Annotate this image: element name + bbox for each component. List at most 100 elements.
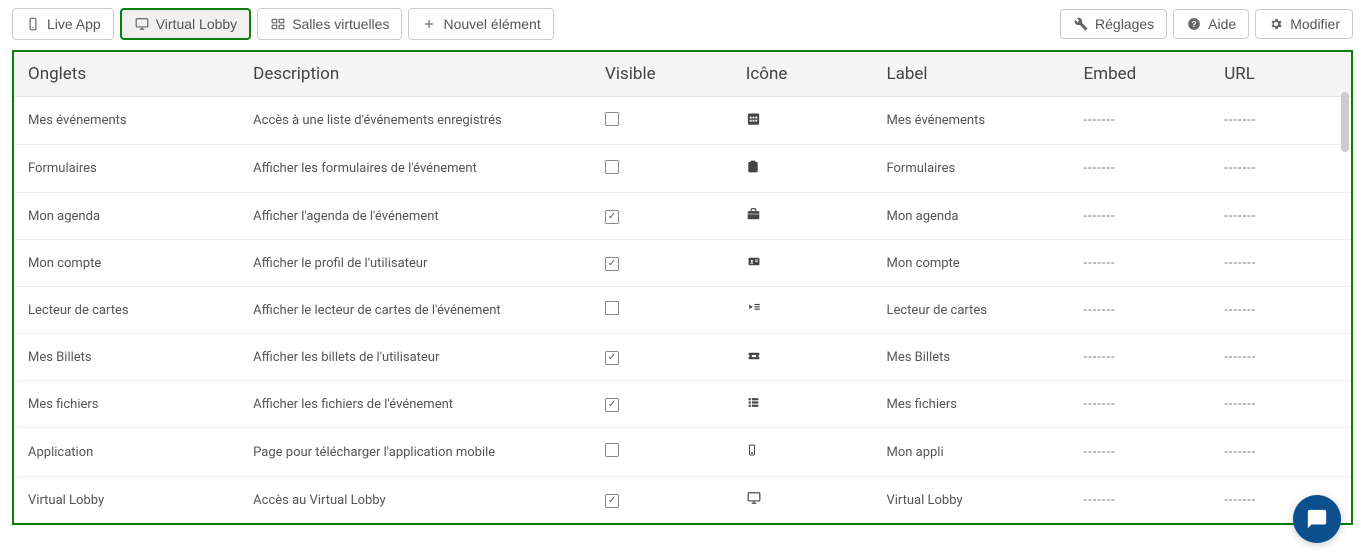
- cell-onglet: Virtual Lobby: [14, 477, 239, 524]
- cell-onglet: Mes Billets: [14, 334, 239, 381]
- cell-visible: [591, 477, 732, 524]
- wrench-icon: [1073, 16, 1089, 32]
- cell-icone: [732, 97, 873, 145]
- cell-embed: -------: [1070, 477, 1211, 524]
- toolbar-right: Réglages ?Aide Modifier: [1060, 9, 1353, 39]
- cell-visible: [591, 428, 732, 477]
- cell-visible: [591, 193, 732, 240]
- cell-description: Afficher le profil de l'utilisateur: [239, 240, 591, 287]
- cell-label: Mon appli: [872, 428, 1069, 477]
- cell-embed: -------: [1070, 193, 1211, 240]
- cell-icone: [732, 428, 873, 477]
- cell-icone: [732, 193, 873, 240]
- id-card-icon: [746, 254, 762, 272]
- cell-embed: -------: [1070, 145, 1211, 193]
- visible-checkbox[interactable]: [605, 112, 619, 126]
- cell-visible: [591, 145, 732, 193]
- cell-label: Mon agenda: [872, 193, 1069, 240]
- visible-checkbox[interactable]: [605, 257, 619, 271]
- ticket-icon: [746, 348, 762, 366]
- header-icone[interactable]: Icône: [732, 52, 873, 97]
- toolbar-btn-réglages[interactable]: Réglages: [1060, 9, 1167, 39]
- toolbar-btn-label: Nouvel élément: [443, 16, 540, 32]
- toolbar-left: Live AppVirtual LobbySalles virtuelles No…: [12, 8, 554, 40]
- phone-icon: [746, 444, 758, 462]
- cell-url: -------: [1210, 334, 1351, 381]
- cell-description: Accès au Virtual Lobby: [239, 477, 591, 524]
- cell-icone: [732, 240, 873, 287]
- header-embed[interactable]: Embed: [1070, 52, 1211, 97]
- cell-url: -------: [1210, 145, 1351, 193]
- cell-visible: [591, 334, 732, 381]
- table-row[interactable]: Mes événementsAccès à une liste d'événem…: [14, 97, 1351, 145]
- toolbar-btn-aide[interactable]: ?Aide: [1173, 9, 1249, 39]
- cell-embed: -------: [1070, 381, 1211, 428]
- cell-visible: [591, 381, 732, 428]
- cell-onglet: Mon compte: [14, 240, 239, 287]
- table-row[interactable]: Mon compteAfficher le profil de l'utilis…: [14, 240, 1351, 287]
- cell-label: Lecteur de cartes: [872, 287, 1069, 334]
- monitor-icon: [134, 16, 150, 32]
- calendar-grid-icon: [746, 112, 761, 130]
- table-row[interactable]: ApplicationPage pour télécharger l'appli…: [14, 428, 1351, 477]
- tabs-table: Onglets Description Visible Icône Label …: [14, 52, 1351, 523]
- svg-text:?: ?: [1192, 20, 1197, 29]
- table-row[interactable]: Virtual LobbyAccès au Virtual LobbyVirtu…: [14, 477, 1351, 524]
- header-visible[interactable]: Visible: [591, 52, 732, 97]
- plus-icon: [421, 16, 437, 32]
- toolbar-btn-salles-virtuelles[interactable]: Salles virtuelles: [257, 8, 402, 40]
- cell-url: -------: [1210, 193, 1351, 240]
- header-onglets[interactable]: Onglets: [14, 52, 239, 97]
- cell-icone: [732, 145, 873, 193]
- cell-icone: [732, 287, 873, 334]
- scrollbar[interactable]: [1341, 92, 1349, 152]
- table-body: Mes événementsAccès à une liste d'événem…: [14, 97, 1351, 524]
- toolbar-btn-nouvel-élément[interactable]: Nouvel élément: [408, 8, 553, 40]
- cell-icone: [732, 334, 873, 381]
- header-url[interactable]: URL: [1210, 52, 1351, 97]
- cell-embed: -------: [1070, 428, 1211, 477]
- gear-icon: [1268, 16, 1284, 32]
- toolbar: Live AppVirtual LobbySalles virtuelles No…: [12, 8, 1353, 40]
- visible-checkbox[interactable]: [605, 301, 619, 315]
- card-reader-icon: [746, 301, 763, 319]
- cell-description: Afficher les fichiers de l'événement: [239, 381, 591, 428]
- toolbar-btn-label: Réglages: [1095, 16, 1154, 32]
- toolbar-btn-live-app[interactable]: Live App: [12, 8, 114, 40]
- cell-embed: -------: [1070, 287, 1211, 334]
- table-row[interactable]: Mes fichiersAfficher les fichiers de l'é…: [14, 381, 1351, 428]
- cell-description: Page pour télécharger l'application mobi…: [239, 428, 591, 477]
- cell-icone: [732, 477, 873, 524]
- visible-checkbox[interactable]: [605, 494, 619, 508]
- cell-description: Afficher l'agenda de l'événement: [239, 193, 591, 240]
- table-row[interactable]: Mes BilletsAfficher les billets de l'uti…: [14, 334, 1351, 381]
- cell-url: -------: [1210, 287, 1351, 334]
- cell-onglet: Application: [14, 428, 239, 477]
- cell-url: -------: [1210, 428, 1351, 477]
- visible-checkbox[interactable]: [605, 351, 619, 365]
- cell-description: Afficher les billets de l'utilisateur: [239, 334, 591, 381]
- smartphone-icon: [25, 16, 41, 32]
- toolbar-btn-modifier[interactable]: Modifier: [1255, 9, 1353, 39]
- visible-checkbox[interactable]: [605, 210, 619, 224]
- help-icon: ?: [1186, 16, 1202, 32]
- table-row[interactable]: Mon agenda Afficher l'agenda de l'événeme…: [14, 193, 1351, 240]
- monitor-icon: [746, 491, 762, 509]
- chat-widget-button[interactable]: [1293, 495, 1341, 543]
- briefcase-icon: [746, 207, 761, 225]
- header-description[interactable]: Description: [239, 52, 591, 97]
- header-label[interactable]: Label: [872, 52, 1069, 97]
- cell-description: Afficher les formulaires de l'événement: [239, 145, 591, 193]
- cell-onglet: Mes fichiers: [14, 381, 239, 428]
- visible-checkbox[interactable]: [605, 398, 619, 412]
- cell-visible: [591, 97, 732, 145]
- cell-onglet: Formulaires: [14, 145, 239, 193]
- visible-checkbox[interactable]: [605, 160, 619, 174]
- toolbar-btn-virtual-lobby[interactable]: Virtual Lobby: [120, 8, 251, 40]
- cell-label: Mon compte: [872, 240, 1069, 287]
- visible-checkbox[interactable]: [605, 443, 619, 457]
- toolbar-btn-label: Modifier: [1290, 16, 1340, 32]
- table-row[interactable]: Lecteur de cartesAfficher le lecteur de …: [14, 287, 1351, 334]
- table-row[interactable]: FormulairesAfficher les formulaires de l…: [14, 145, 1351, 193]
- cell-visible: [591, 287, 732, 334]
